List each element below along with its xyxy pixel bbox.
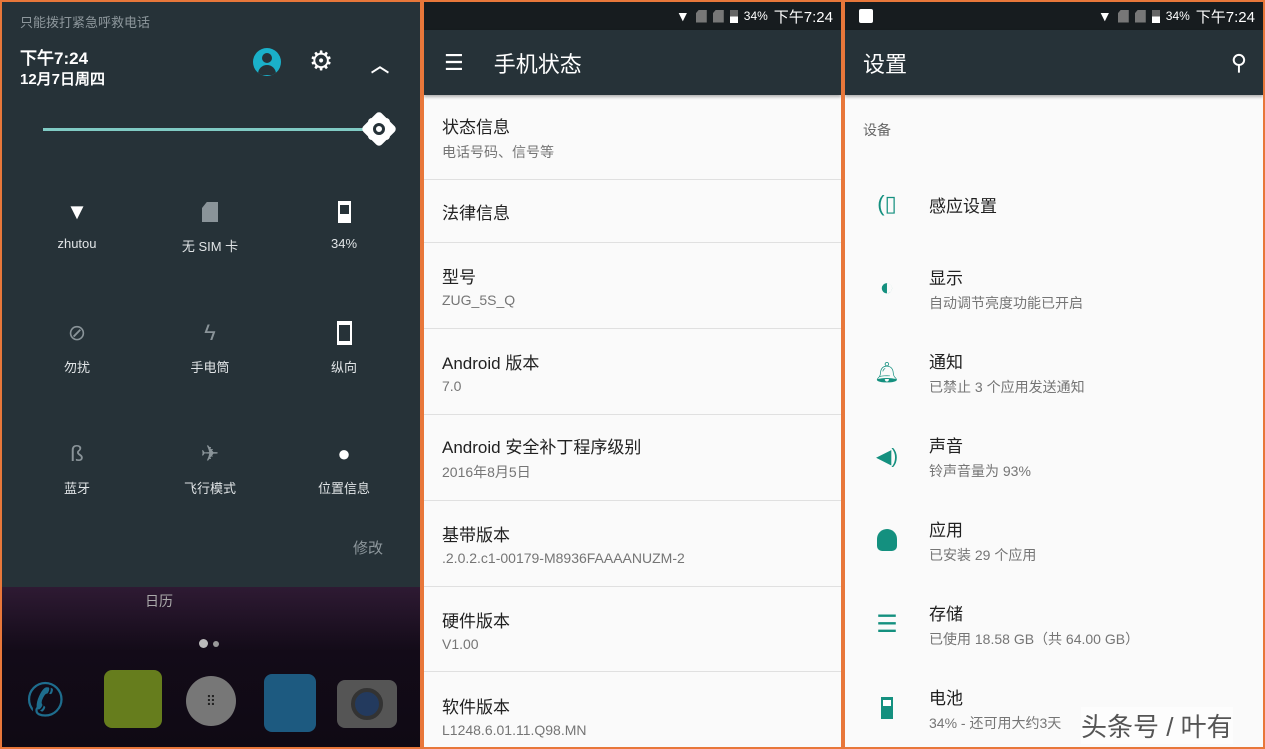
no-sim-icon: [1134, 9, 1146, 23]
bluetooth-off-icon: ß: [70, 441, 84, 466]
settings-item-gestures[interactable]: (▯ 感应设置: [845, 162, 1263, 246]
collapse-chevron-icon[interactable]: ︿: [371, 52, 389, 78]
emergency-text: 只能拨打紧急呼救电话: [20, 15, 151, 30]
tile-flashlight[interactable]: ϟ 手电筒: [145, 319, 275, 376]
page-indicator-active: [199, 639, 208, 648]
android-icon: [845, 529, 929, 551]
wifi-icon: ▼: [1097, 8, 1112, 24]
battery-icon: [279, 198, 409, 226]
list-item[interactable]: 状态信息 电话号码、信号等: [424, 95, 841, 180]
tile-location[interactable]: ● 位置信息: [279, 440, 409, 497]
phone-app-icon[interactable]: ✆: [26, 675, 65, 725]
toolbar: ☰ 手机状态: [424, 30, 841, 95]
section-header: 设备: [863, 122, 891, 138]
no-sim-icon: [712, 9, 724, 23]
date: 12月7日周四: [20, 71, 106, 88]
list-item[interactable]: Android 版本 7.0: [424, 329, 841, 415]
list-item[interactable]: 型号 ZUG_5S_Q: [424, 243, 841, 329]
list-item[interactable]: 基带版本 .2.0.2.c1-00179-M8936FAAAANUZM-2: [424, 501, 841, 587]
quick-settings-panel: 只能拨打紧急呼救电话 下午7:24 12月7日周四 ⚙ ︿ ▼ zhutou 无 …: [2, 2, 420, 747]
tile-orientation[interactable]: 纵向: [279, 319, 409, 376]
tile-label: 飞行模式: [183, 481, 236, 496]
tile-label: 34%: [330, 236, 358, 251]
user-avatar-icon[interactable]: [253, 48, 281, 76]
tile-label: 勿扰: [63, 360, 90, 375]
volume-icon: ◀): [875, 445, 899, 468]
settings-screen: ▼ 34% 下午7:24 设置 ⚲ 设备 (▯ 感应设置 ◐ 显示 自动调节亮度功能已…: [845, 2, 1263, 747]
no-sim-icon: [1117, 9, 1129, 23]
camera-app-icon[interactable]: [337, 680, 397, 728]
do-not-disturb-icon: ⊘: [67, 320, 87, 345]
flashlight-off-icon: ϟ: [204, 320, 216, 345]
battery-percent: 34%: [743, 9, 768, 23]
tile-airplane[interactable]: ✈ 飞行模式: [145, 440, 275, 497]
page-title: 设置: [863, 51, 908, 77]
status-time: 下午7:24: [773, 8, 833, 26]
status-bar: ▼ 34% 下午7:24: [424, 2, 841, 30]
list-item[interactable]: 法律信息: [424, 180, 841, 243]
settings-item-display[interactable]: ◐ 显示 自动调节亮度功能已开启: [845, 246, 1263, 330]
battery-icon: [729, 9, 738, 23]
battery-percent: 34%: [1165, 9, 1190, 23]
airplane-icon: ✈: [200, 441, 220, 466]
watermark: 头条号 / 叶有: [1081, 707, 1233, 744]
list-item[interactable]: Android 安全补丁程序级别 2016年8月5日: [424, 415, 841, 501]
settings-item-sound[interactable]: ◀) 声音 铃声音量为 93%: [845, 414, 1263, 498]
search-icon[interactable]: ⚲: [1231, 50, 1247, 76]
clock: 下午7:24: [20, 49, 89, 68]
tile-label: 蓝牙: [63, 481, 90, 496]
image-notification-icon: [859, 9, 873, 23]
battery-icon: [1151, 9, 1160, 23]
no-sim-icon: [695, 9, 707, 23]
phone-status-screen: ▼ 34% 下午7:24 ☰ 手机状态 状态信息 电话号码、信号等 法律信息 型号…: [424, 2, 841, 747]
page-indicator: [213, 641, 219, 647]
messaging-app-icon[interactable]: [104, 670, 162, 728]
list-item[interactable]: 硬件版本 V1.00: [424, 587, 841, 672]
settings-item-apps[interactable]: 应用 已安装 29 个应用: [845, 498, 1263, 582]
battery-icon: [845, 697, 929, 719]
bell-icon: 🔔︎: [874, 361, 900, 384]
tile-label: 无 SIM 卡: [181, 239, 239, 254]
tile-battery[interactable]: 34%: [279, 198, 409, 251]
portrait-icon: [279, 319, 409, 347]
gesture-icon: (▯: [877, 191, 897, 216]
contacts-app-icon[interactable]: [264, 674, 316, 732]
toolbar: 设置 ⚲: [845, 30, 1263, 95]
menu-icon[interactable]: ☰: [444, 50, 464, 76]
status-time: 下午7:24: [1195, 8, 1255, 26]
home-screen: 日历 ✆ ⠿: [2, 587, 420, 747]
app-drawer-icon[interactable]: ⠿: [186, 676, 236, 726]
calendar-widget-label[interactable]: 日历: [145, 591, 173, 611]
wifi-icon: ▼: [675, 8, 690, 24]
brightness-slider[interactable]: [43, 128, 373, 131]
storage-icon: ☰: [876, 610, 898, 638]
settings-item-notifications[interactable]: 🔔︎ 通知 已禁止 3 个应用发送通知: [845, 330, 1263, 414]
status-bar: ▼ 34% 下午7:24: [845, 2, 1263, 30]
tile-label: 手电筒: [190, 360, 230, 375]
page-title: 手机状态: [493, 51, 582, 77]
wifi-icon: ▼: [66, 199, 88, 224]
brightness-icon: ◐: [879, 274, 895, 301]
tile-sim[interactable]: 无 SIM 卡: [145, 198, 275, 255]
settings-item-storage[interactable]: ☰ 存储 已使用 18.58 GB（共 64.00 GB）: [845, 582, 1263, 666]
tile-label: 位置信息: [317, 481, 370, 496]
tile-bluetooth[interactable]: ß 蓝牙: [12, 440, 142, 497]
gear-icon[interactable]: ⚙: [309, 46, 333, 77]
edit-button[interactable]: 修改: [353, 537, 383, 558]
no-sim-icon: [145, 198, 275, 226]
tile-wifi[interactable]: ▼ zhutou: [12, 198, 142, 251]
tile-label: 纵向: [330, 360, 357, 375]
location-icon: ●: [337, 441, 351, 466]
tile-dnd[interactable]: ⊘ 勿扰: [12, 319, 142, 376]
list-item[interactable]: 软件版本 L1248.6.01.11.Q98.MN: [424, 672, 841, 747]
tile-label: zhutou: [57, 236, 97, 251]
